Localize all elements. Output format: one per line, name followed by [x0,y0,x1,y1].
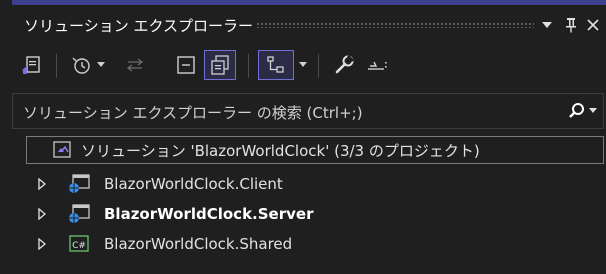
expand-arrow[interactable] [36,238,48,250]
preview-options-dropdown[interactable] [296,50,310,80]
csharp-project-icon: C# [69,235,89,252]
toolbar-separator [248,54,249,78]
collapse-all-icon [177,56,195,74]
search-options-button[interactable] [563,100,597,122]
toolbar-separator [56,54,57,78]
sync-arrows-icon [126,58,144,72]
chevron-right-icon [38,238,47,250]
wrench-icon [335,54,355,74]
project-label: BlazorWorldClock.Shared [104,235,293,253]
search-icon [569,103,584,118]
panel-title: ソリューション エクスプローラー [24,17,254,35]
pending-changes-filter-button[interactable] [66,50,110,80]
expand-arrow[interactable] [36,208,48,220]
pin-button[interactable] [560,13,582,37]
toolbar-separator [318,54,319,78]
tree-item-project[interactable]: BlazorWorldClock.Client [12,170,606,198]
svg-text:C#: C# [72,241,86,251]
sync-with-active-document-button[interactable] [122,50,148,80]
properties-button[interactable] [330,50,358,80]
panel-titlebar[interactable]: ソリューション エクスプローラー [12,5,606,44]
show-all-files-icon [211,55,229,75]
chevron-down-icon [97,62,105,67]
chevron-down-icon [542,22,552,28]
web-project-icon [69,204,90,223]
pending-changes-button[interactable] [364,50,392,80]
code-editor-icon [368,61,387,70]
project-label: BlazorWorldClock.Server [104,205,314,223]
chevron-down-icon [589,108,597,113]
expand-arrow[interactable] [36,178,48,190]
solution-icon [53,141,71,158]
tree-item-project[interactable]: BlazorWorldClock.Server [12,200,606,228]
tree-item-solution[interactable]: ソリューション 'BlazorWorldClock' (3/3 のプロジェクト) [26,136,604,164]
panel-options-dropdown[interactable] [536,13,558,37]
chevron-right-icon [38,178,47,190]
chevron-right-icon [38,208,47,220]
close-button[interactable] [582,13,604,37]
title-drag-grip[interactable] [256,22,534,28]
solution-label: ソリューション 'BlazorWorldClock' (3/3 のプロジェクト) [81,141,480,160]
project-label: BlazorWorldClock.Client [104,175,283,193]
switch-views-icon [22,56,40,74]
tree-item-project[interactable]: C# BlazorWorldClock.Shared [12,230,606,258]
pin-icon [566,18,576,33]
chevron-down-icon [299,62,307,67]
solution-explorer-toolbar [12,44,606,88]
solution-explorer-search[interactable]: ソリューション エクスプローラー の検索 (Ctrl+;) [12,93,604,129]
solution-tree: ソリューション 'BlazorWorldClock' (3/3 のプロジェクト)… [12,136,606,266]
web-project-icon [69,174,90,193]
show-all-files-button[interactable] [204,50,236,80]
preview-selected-items-button[interactable] [258,50,294,80]
collapse-all-button[interactable] [172,50,200,80]
history-clock-icon [72,57,90,74]
solution-explorer-panel: ソリューション エクスプローラー ソリューション エクスプローラー の検索 (C… [0,0,606,274]
switch-views-button[interactable] [16,50,46,80]
close-icon [587,19,599,31]
search-input[interactable]: ソリューション エクスプローラー の検索 (Ctrl+;) [23,102,363,123]
tree-view-icon [267,56,284,73]
